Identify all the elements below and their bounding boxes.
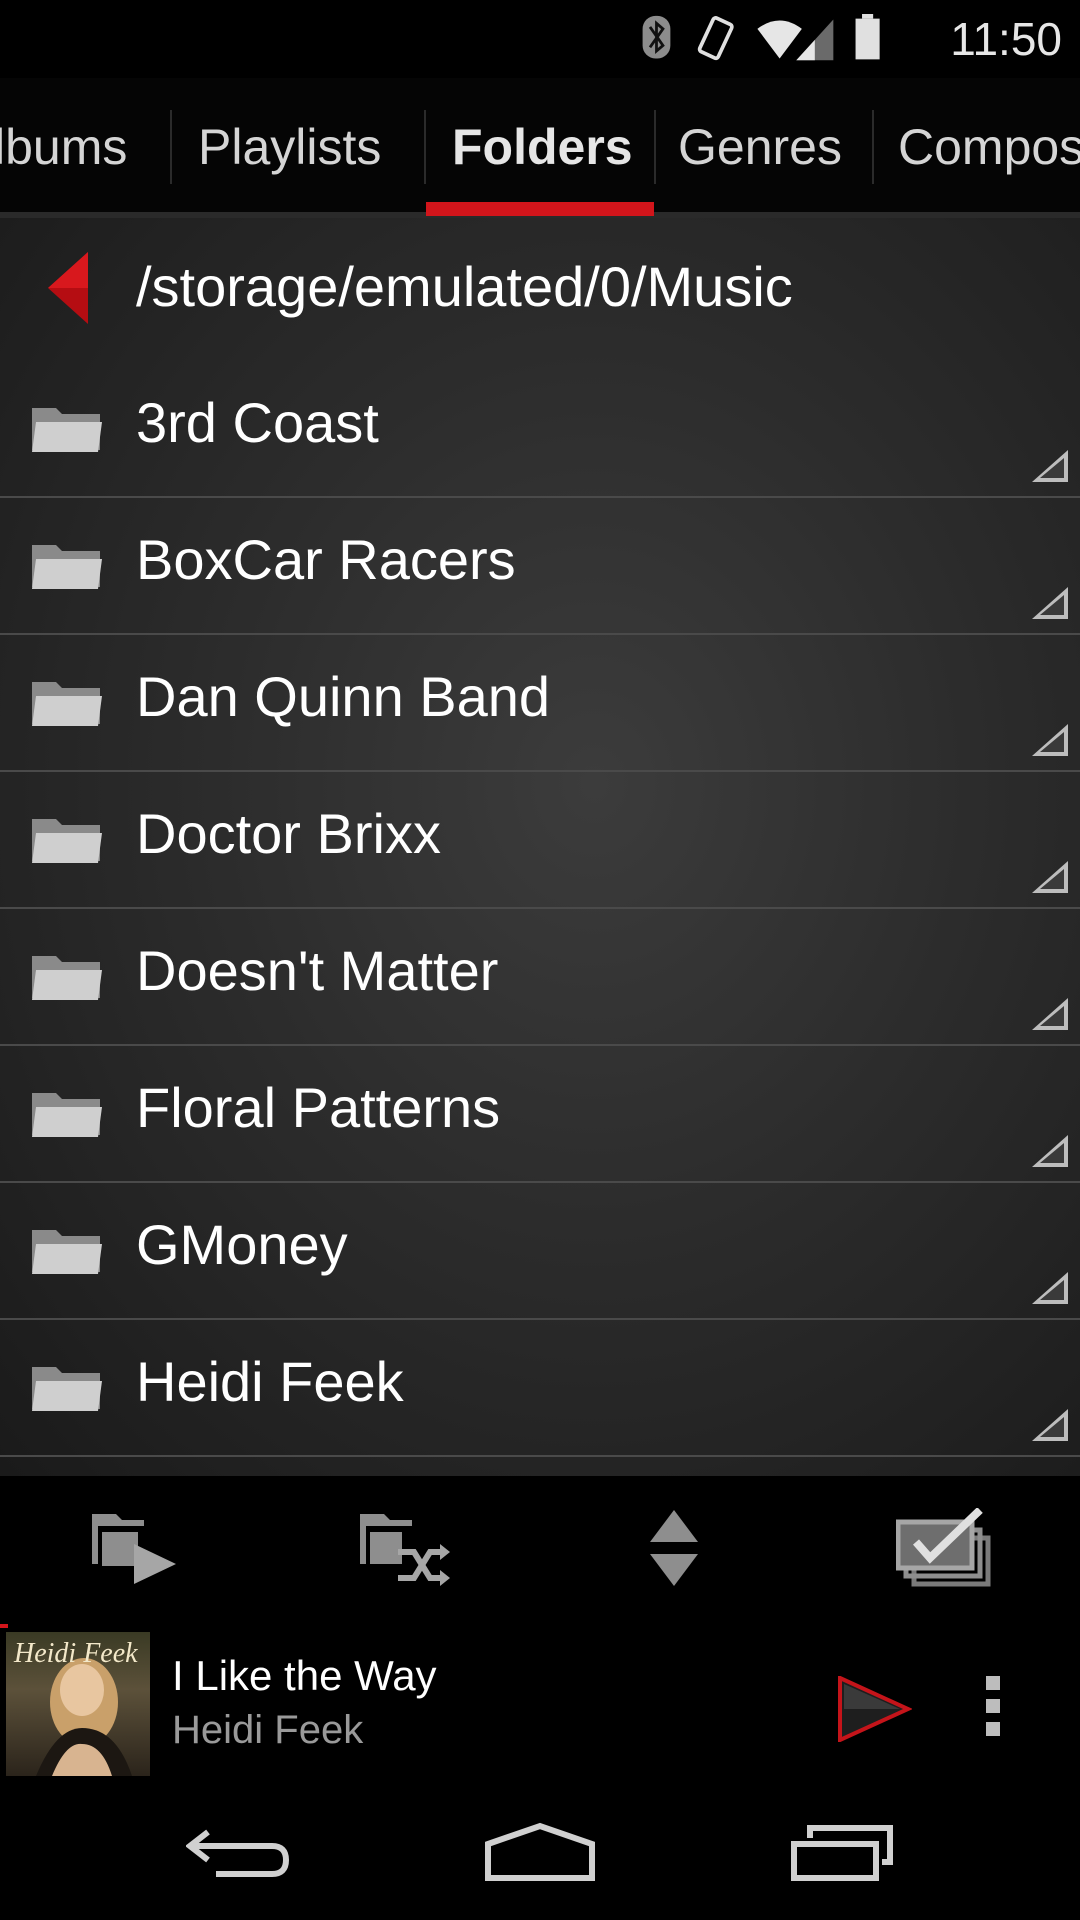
playback-progress (0, 1624, 8, 1628)
folder-name: Heidi Feek (136, 1350, 404, 1413)
tab-composers[interactable]: Compos (898, 78, 1080, 215)
folder-icon (32, 1367, 102, 1411)
bluetooth-icon (642, 15, 671, 59)
folder-icon (32, 545, 102, 589)
folder-icon (32, 1230, 102, 1274)
folder-icon (32, 956, 102, 1000)
overflow-corner-icon[interactable] (1030, 996, 1070, 1032)
folder-row[interactable]: Doesn't Matter (0, 908, 1080, 1046)
status-icons (642, 14, 880, 61)
folder-icon (32, 408, 102, 452)
status-bar: 11:50 (0, 0, 1080, 78)
tab-playlists[interactable]: Playlists (198, 78, 381, 215)
tab-bar: lbums Playlists Folders Genres Compos (0, 78, 1080, 215)
folder-name: GMoney (136, 1213, 348, 1276)
folder-name: BoxCar Racers (136, 528, 516, 591)
folder-row[interactable]: Floral Patterns (0, 1045, 1080, 1183)
folder-name: Dan Quinn Band (136, 665, 551, 728)
overflow-corner-icon[interactable] (1030, 1407, 1070, 1443)
folder-icon (32, 1093, 102, 1137)
overflow-corner-icon[interactable] (1030, 722, 1070, 758)
tab-albums[interactable]: lbums (0, 78, 127, 215)
back-icon[interactable] (186, 1822, 292, 1882)
folder-row[interactable]: Doctor Brixx (0, 771, 1080, 909)
overflow-corner-icon[interactable] (1030, 585, 1070, 621)
overflow-corner-icon[interactable] (1030, 859, 1070, 895)
tab-divider (872, 110, 874, 184)
multi-select-icon[interactable] (896, 1508, 992, 1588)
tab-genres[interactable]: Genres (678, 78, 842, 215)
system-nav-bar (0, 1786, 1080, 1920)
play-icon[interactable] (836, 1676, 912, 1742)
overflow-corner-icon[interactable] (1030, 1270, 1070, 1306)
status-time: 11:50 (950, 13, 1062, 65)
tab-divider (654, 110, 656, 184)
folder-name: Floral Patterns (136, 1076, 501, 1139)
tab-folders[interactable]: Folders (452, 78, 633, 215)
tab-active-indicator (426, 202, 654, 216)
signal-icon (796, 19, 834, 61)
folder-icon (32, 819, 102, 863)
folder-name: Doctor Brixx (136, 802, 441, 865)
home-icon[interactable] (484, 1822, 596, 1882)
folder-icon (32, 682, 102, 726)
tab-divider (170, 110, 172, 184)
overflow-menu-icon[interactable] (980, 1674, 1006, 1738)
folder-name: 3rd Coast (136, 391, 379, 454)
folder-row[interactable]: 3rd Coast (0, 360, 1080, 498)
current-path: /storage/emulated/0/Music (136, 255, 793, 318)
folder-name: Doesn't Matter (136, 939, 499, 1002)
vibrate-icon (697, 16, 734, 61)
play-folder-icon[interactable] (88, 1508, 180, 1588)
shuffle-folder-icon[interactable] (356, 1508, 452, 1588)
battery-icon (855, 14, 880, 60)
overflow-corner-icon[interactable] (1030, 448, 1070, 484)
folder-browser: /storage/emulated/0/Music 3rd Coast BoxC… (0, 218, 1080, 1476)
folder-toolbar (0, 1476, 1080, 1624)
now-playing-bar[interactable]: Heidi Feek I Like the Way Heidi Feek (0, 1624, 1080, 1786)
folder-row[interactable]: Dan Quinn Band (0, 634, 1080, 772)
track-artist: Heidi Feek (172, 1708, 364, 1752)
back-arrow-icon[interactable] (46, 250, 90, 326)
path-row[interactable]: /storage/emulated/0/Music (0, 218, 1080, 358)
tab-divider (424, 110, 426, 184)
recent-apps-icon[interactable] (790, 1822, 896, 1882)
album-art[interactable]: Heidi Feek (6, 1632, 150, 1776)
track-title: I Like the Way (172, 1652, 437, 1699)
folder-row[interactable]: BoxCar Racers (0, 497, 1080, 635)
album-art-title: Heidi Feek (14, 1638, 138, 1669)
sort-icon[interactable] (646, 1508, 702, 1588)
overflow-corner-icon[interactable] (1030, 1133, 1070, 1169)
wifi-icon (757, 20, 802, 59)
folder-row[interactable]: GMoney (0, 1182, 1080, 1320)
folder-row[interactable]: Heidi Feek (0, 1319, 1080, 1457)
